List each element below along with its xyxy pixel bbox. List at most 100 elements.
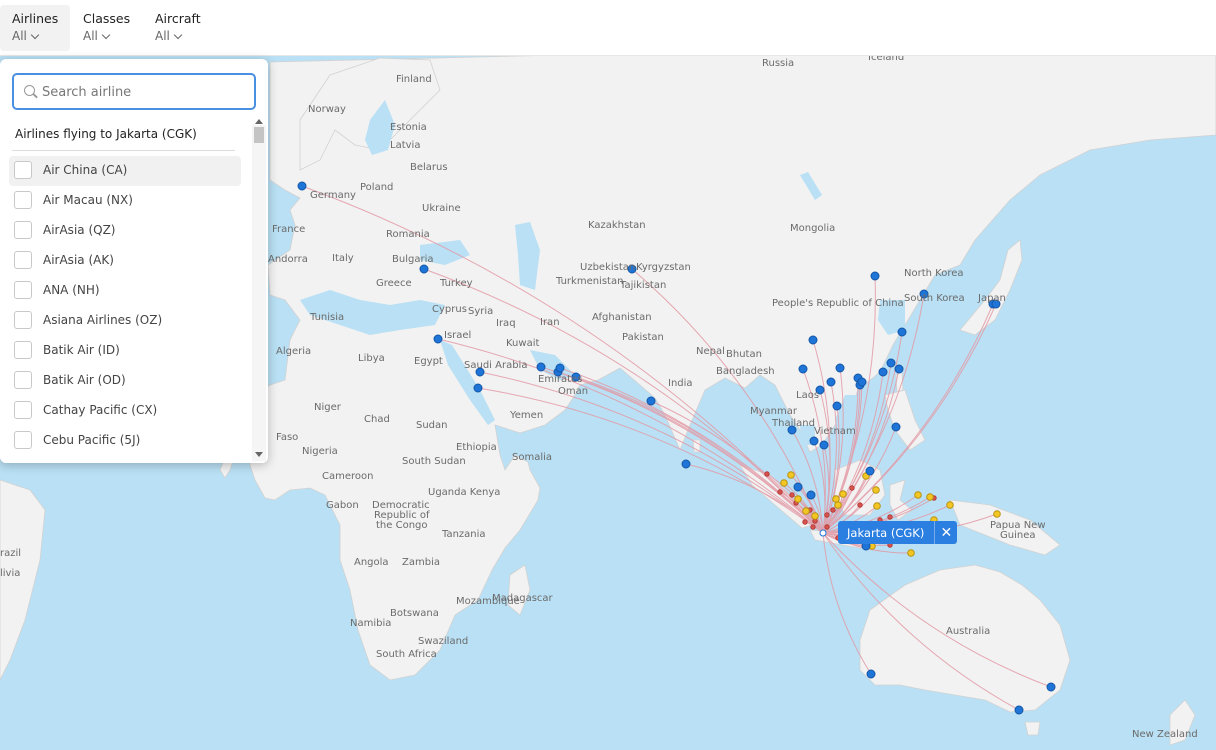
airline-option[interactable]: AirAsia (AK) (9, 246, 241, 276)
airline-option[interactable]: Cathay Pacific (CX) (9, 396, 241, 426)
airport-marker-domestic[interactable] (824, 524, 830, 530)
aircraft-filter-label: Aircraft (155, 11, 201, 26)
airline-option[interactable]: Batik Air (ID) (9, 336, 241, 366)
airport-marker-international[interactable] (826, 377, 836, 387)
scroll-down-icon[interactable] (255, 452, 263, 457)
airport-marker-international[interactable] (646, 396, 656, 406)
airline-checkbox[interactable] (14, 431, 32, 449)
airline-checkbox[interactable] (14, 191, 32, 209)
airline-search-box[interactable] (12, 73, 256, 110)
airport-marker-international[interactable] (419, 264, 429, 274)
airport-marker-regional[interactable] (834, 501, 842, 509)
airline-checkbox[interactable] (14, 311, 32, 329)
airport-marker-domestic[interactable] (810, 524, 816, 530)
airline-option[interactable]: Cebu Pacific (5J) (9, 426, 241, 456)
airport-marker-international[interactable] (886, 358, 896, 368)
airport-marker-international[interactable] (897, 327, 907, 337)
airport-marker-regional[interactable] (907, 549, 915, 557)
airport-marker-domestic[interactable] (849, 485, 855, 491)
airport-marker-international[interactable] (793, 482, 803, 492)
map-label-cameroon: Cameroon (322, 471, 373, 482)
airline-option-label: ANA (NH) (43, 283, 100, 297)
airport-marker-international[interactable] (891, 422, 901, 432)
airline-option[interactable]: AirAsia (QZ) (9, 216, 241, 246)
airport-marker-domestic[interactable] (764, 471, 770, 477)
close-icon[interactable]: ✕ (934, 521, 957, 544)
map-label-yemen: Yemen (509, 410, 543, 421)
airline-checkbox[interactable] (14, 401, 32, 419)
classes-filter[interactable]: Classes All (71, 5, 142, 51)
airport-marker-regional[interactable] (873, 502, 881, 510)
airline-option[interactable]: Air Macau (NX) (9, 186, 241, 216)
aircraft-filter-value: All (155, 29, 201, 43)
airport-marker-regional[interactable] (787, 471, 795, 479)
airline-option[interactable]: Batik Air (OD) (9, 366, 241, 396)
airport-marker-regional[interactable] (914, 491, 922, 499)
airline-option[interactable]: Asiana Airlines (OZ) (9, 306, 241, 336)
scroll-up-icon[interactable] (255, 119, 263, 124)
scrollbar[interactable] (252, 119, 266, 461)
airport-marker-international[interactable] (865, 466, 875, 476)
map-label-bhutan: Bhutan (726, 349, 762, 360)
divider (12, 150, 235, 151)
airline-checkbox[interactable] (14, 371, 32, 389)
map-label-cyprus: Cyprus (432, 304, 467, 315)
airline-option-label: AirAsia (QZ) (43, 223, 116, 237)
aircraft-filter[interactable]: Aircraft All (143, 5, 213, 51)
airport-marker-regional[interactable] (802, 507, 810, 515)
airport-marker-regional[interactable] (946, 501, 954, 509)
airline-option[interactable]: ANA (NH) (9, 276, 241, 306)
airport-marker-international[interactable] (809, 436, 819, 446)
airport-marker-international[interactable] (857, 377, 867, 387)
airport-marker-domestic[interactable] (789, 492, 795, 498)
airline-search-input[interactable] (40, 75, 244, 110)
airport-marker-international[interactable] (297, 181, 307, 191)
airline-checkbox[interactable] (14, 341, 32, 359)
airport-marker-regional[interactable] (811, 512, 819, 520)
airport-marker-international[interactable] (835, 363, 845, 373)
airport-marker-international[interactable] (681, 459, 691, 469)
airport-marker-international[interactable] (536, 362, 546, 372)
map-label-kazakhstan: Kazakhstan (588, 220, 646, 231)
airport-marker-international[interactable] (473, 383, 483, 393)
airport-marker-international[interactable] (798, 364, 808, 374)
airline-checkbox[interactable] (14, 251, 32, 269)
airline-checkbox[interactable] (14, 281, 32, 299)
airport-marker-international[interactable] (1046, 682, 1056, 692)
airline-checkbox[interactable] (14, 161, 32, 179)
map-label-burkina-faso: Faso (276, 432, 298, 443)
airport-popup[interactable]: Jakarta (CGK) ✕ (838, 521, 958, 544)
airport-marker-domestic[interactable] (830, 507, 836, 513)
airport-marker-international[interactable] (870, 271, 880, 281)
airport-marker-international[interactable] (819, 440, 829, 450)
airport-marker-international[interactable] (878, 367, 888, 377)
airline-option[interactable]: Air China (CA) (9, 156, 241, 186)
airport-marker-international[interactable] (866, 669, 876, 679)
airport-marker-domestic[interactable] (802, 519, 808, 525)
map-label-russia: Russia (762, 58, 794, 69)
airport-marker-domestic[interactable] (824, 512, 830, 518)
airport-marker-regional[interactable] (839, 490, 847, 498)
classes-filter-label: Classes (83, 11, 131, 26)
airline-checkbox[interactable] (14, 221, 32, 239)
airport-marker-regional[interactable] (926, 493, 934, 501)
airport-marker-international[interactable] (433, 334, 443, 344)
airport-marker-international[interactable] (1014, 705, 1024, 715)
airport-marker-international[interactable] (806, 490, 816, 500)
airport-marker-domestic[interactable] (777, 489, 783, 495)
hub-marker-jakarta[interactable] (819, 529, 827, 537)
airport-marker-regional[interactable] (794, 495, 802, 503)
airport-marker-international[interactable] (832, 401, 842, 411)
airport-marker-international[interactable] (894, 364, 904, 374)
airport-marker-regional[interactable] (780, 479, 788, 487)
airport-marker-international[interactable] (808, 335, 818, 345)
airport-marker-domestic[interactable] (857, 502, 863, 508)
airport-marker-regional[interactable] (993, 510, 1001, 518)
airlines-filter[interactable]: Airlines All (0, 5, 71, 51)
map-label-brazil: razil (0, 548, 21, 559)
airport-marker-regional[interactable] (872, 486, 880, 494)
map-label-algeria: Algeria (276, 346, 311, 357)
airport-marker-domestic[interactable] (887, 514, 893, 520)
scroll-thumb[interactable] (254, 127, 264, 143)
airport-marker-international[interactable] (555, 363, 565, 373)
